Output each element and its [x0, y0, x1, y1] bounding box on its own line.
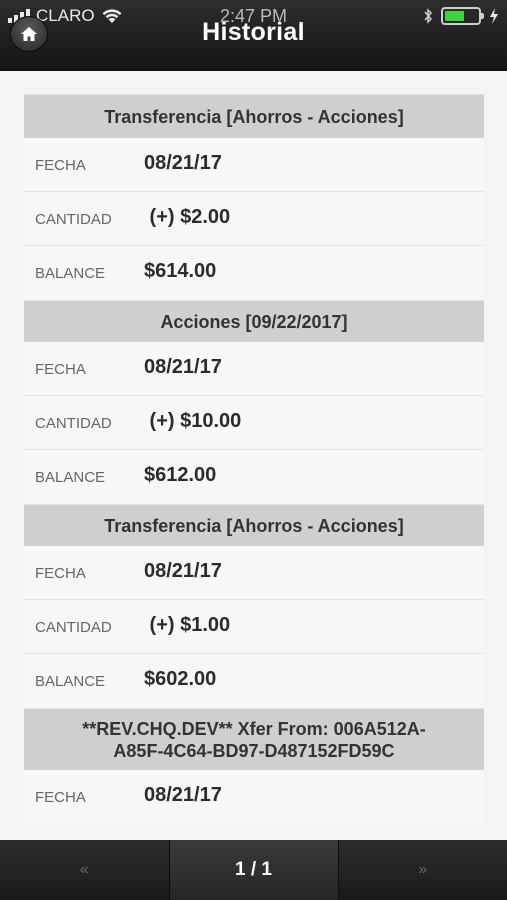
header-bar: CLARO 2:47 PM Historial: [0, 0, 507, 71]
entry-row-fecha: FECHA 08/21/17: [24, 770, 484, 824]
history-entry: **REV.CHQ.DEV** Xfer From: 006A512A-A85F…: [24, 708, 484, 824]
entry-title: **REV.CHQ.DEV** Xfer From: 006A512A-A85F…: [24, 708, 484, 770]
row-label: FECHA: [35, 157, 86, 174]
row-label: CANTIDAD: [35, 619, 112, 636]
entry-row-cantidad: CANTIDAD (+) $1.00: [24, 600, 484, 654]
history-entry: Transferencia [Ahorros - Acciones] FECHA 0…: [24, 94, 484, 300]
row-value: 08/21/17: [144, 356, 222, 378]
history-entry: Transferencia [Ahorros - Acciones] FECHA 0…: [24, 504, 484, 708]
entry-title: Transferencia [Ahorros - Acciones]: [24, 94, 484, 138]
row-label: CANTIDAD: [35, 211, 112, 228]
row-label: CANTIDAD: [35, 415, 112, 432]
entry-title: Transferencia [Ahorros - Acciones]: [24, 504, 484, 546]
row-value: 08/21/17: [144, 784, 222, 806]
history-list[interactable]: Transferencia [Ahorros - Acciones] FECHA 0…: [24, 94, 484, 840]
row-value: (+) $10.00: [144, 410, 242, 432]
row-label: BALANCE: [35, 265, 106, 282]
page-indicator: 1 / 1: [168, 840, 339, 900]
prev-page-button[interactable]: «: [0, 840, 169, 900]
next-page-button[interactable]: »: [339, 840, 507, 900]
row-label: FECHA: [35, 789, 86, 806]
entry-row-balance: BALANCE $602.00: [24, 654, 484, 708]
row-value: 08/21/17: [144, 560, 222, 582]
entry-row-balance: BALANCE $614.00: [24, 246, 484, 300]
entry-row-fecha: FECHA 08/21/17: [24, 546, 484, 600]
entry-row-cantidad: CANTIDAD (+) $2.00: [24, 192, 484, 246]
row-value: $602.00: [144, 668, 217, 690]
pagination-bar: « 1 / 1 »: [0, 840, 507, 900]
row-label: BALANCE: [35, 673, 106, 690]
entry-row-fecha: FECHA 08/21/17: [24, 138, 484, 192]
row-value: $612.00: [144, 464, 217, 486]
row-value: 08/21/17: [144, 152, 222, 174]
entry-row-balance: BALANCE $612.00: [24, 450, 484, 504]
entry-title: Acciones [09/22/2017]: [24, 300, 484, 342]
entry-row-fecha: FECHA 08/21/17: [24, 342, 484, 396]
row-value: (+) $1.00: [144, 614, 231, 636]
page-title: Historial: [202, 18, 305, 46]
entry-row-cantidad: CANTIDAD (+) $10.00: [24, 396, 484, 450]
row-value: $614.00: [144, 260, 217, 282]
row-label: FECHA: [35, 361, 86, 378]
history-entry: Acciones [09/22/2017] FECHA 08/21/17 CANTID…: [24, 300, 484, 504]
row-label: FECHA: [35, 565, 86, 582]
row-label: BALANCE: [35, 469, 106, 486]
row-value: (+) $2.00: [144, 206, 231, 228]
